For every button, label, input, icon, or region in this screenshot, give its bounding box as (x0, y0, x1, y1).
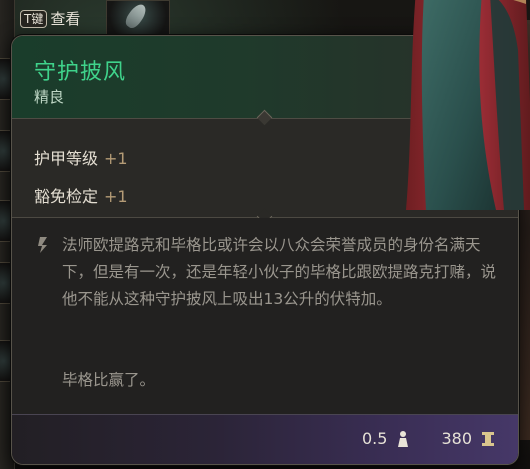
weight-value: 0.5 (362, 429, 388, 448)
gold-coin-icon (482, 431, 494, 446)
amulet-icon (122, 1, 150, 31)
quote-mark-icon (38, 237, 47, 253)
stat-armor-class: 护甲等级 +1 (34, 145, 128, 169)
item-stats: 护甲等级 +1 豁免检定 +1 (12, 119, 518, 218)
inventory-item-slot[interactable] (106, 0, 170, 38)
item-value-group: 0.5 380 (362, 429, 496, 448)
tooltip-header: 守护披风 精良 (12, 36, 518, 119)
hotkey-badge: T键 (20, 9, 48, 28)
stat-value: +1 (104, 149, 128, 168)
stat-label: 豁免检定 (34, 187, 99, 206)
stat-value: +1 (104, 187, 128, 206)
price-value: 380 (441, 429, 472, 448)
inspect-hotkey-hint: T键 查看 (20, 8, 80, 29)
stat-saving-throws: 豁免检定 +1 (34, 183, 128, 207)
item-rarity: 精良 (34, 88, 65, 106)
stat-label: 护甲等级 (34, 149, 99, 168)
item-name: 守护披风 (34, 60, 127, 85)
item-description: 法师欧提路克和毕格比或许会以八众会荣誉成员的身份名满天下，但是有一次，还是年轻小… (12, 218, 518, 414)
game-screen: T键 查看 守护披风 精良 护甲等级 +1 豁免检定 +1 法师欧提路克和毕格比或许… (0, 0, 530, 469)
item-tooltip: 守护披风 精良 护甲等级 +1 豁免检定 +1 法师欧提路克和毕格比或许会以八众会荣… (11, 35, 519, 465)
weight-icon (398, 430, 409, 447)
description-ending: 毕格比赢了。 (62, 371, 156, 389)
description-text: 法师欧提路克和毕格比或许会以八众会荣誉成员的身份名满天下，但是有一次，还是年轻小… (62, 236, 497, 308)
item-footer: 0.5 380 (12, 414, 518, 464)
hotkey-label: 查看 (50, 10, 81, 28)
